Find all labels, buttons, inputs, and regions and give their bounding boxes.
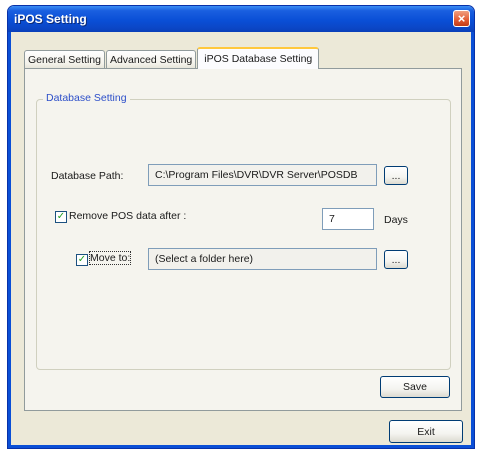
tab-label: iPOS Database Setting <box>204 53 313 65</box>
remove-days-input[interactable]: 7 <box>322 208 374 230</box>
title-bar[interactable]: iPOS Setting × <box>8 6 474 32</box>
move-to-folder-field[interactable]: (Select a folder here) <box>148 248 377 270</box>
tab-ipos-database-setting[interactable]: iPOS Database Setting <box>197 47 320 69</box>
move-to-browse-button[interactable]: ... <box>384 250 408 269</box>
save-label: Save <box>403 381 427 393</box>
window-frame-bottom <box>8 445 474 448</box>
group-legend: Database Setting <box>43 92 130 104</box>
days-unit-label: Days <box>384 214 408 226</box>
window-frame-right <box>471 32 474 448</box>
tab-strip: General Setting Advanced Setting iPOS Da… <box>24 47 320 69</box>
move-to-checkbox[interactable]: ✓ <box>76 254 88 266</box>
tab-advanced-setting[interactable]: Advanced Setting <box>105 50 197 69</box>
window-title: iPOS Setting <box>14 12 87 26</box>
save-button[interactable]: Save <box>380 376 450 398</box>
tab-panel: Database Setting Database Path: C:\Progr… <box>24 68 462 411</box>
window-frame-left <box>8 32 11 448</box>
exit-label: Exit <box>417 425 435 438</box>
database-path-value: C:\Program Files\DVR\DVR Server\POSDB <box>155 169 358 181</box>
ipos-setting-window: iPOS Setting × General Setting Advanced … <box>7 5 475 449</box>
database-path-field[interactable]: C:\Program Files\DVR\DVR Server\POSDB <box>148 164 377 186</box>
remove-days-value: 7 <box>329 213 335 225</box>
move-to-folder-value: (Select a folder here) <box>155 253 254 265</box>
exit-button[interactable]: Exit <box>389 420 463 443</box>
close-button[interactable]: × <box>453 10 470 27</box>
database-path-label: Database Path: <box>51 170 124 182</box>
tab-label: Advanced Setting <box>109 54 193 66</box>
checkmark-icon: ✓ <box>77 254 87 265</box>
remove-pos-data-checkbox[interactable]: ✓ <box>55 211 67 223</box>
remove-pos-data-label: Remove POS data after : <box>69 210 187 222</box>
checkmark-icon: ✓ <box>56 211 66 222</box>
database-setting-group: Database Setting Database Path: C:\Progr… <box>36 92 451 370</box>
close-icon: × <box>457 11 466 26</box>
tab-label: General Setting <box>28 54 101 66</box>
tab-general-setting[interactable]: General Setting <box>24 50 105 69</box>
browse-label: ... <box>391 169 401 182</box>
move-to-label: Move to: <box>88 251 132 265</box>
database-path-browse-button[interactable]: ... <box>384 166 408 185</box>
browse-label: ... <box>391 253 401 266</box>
